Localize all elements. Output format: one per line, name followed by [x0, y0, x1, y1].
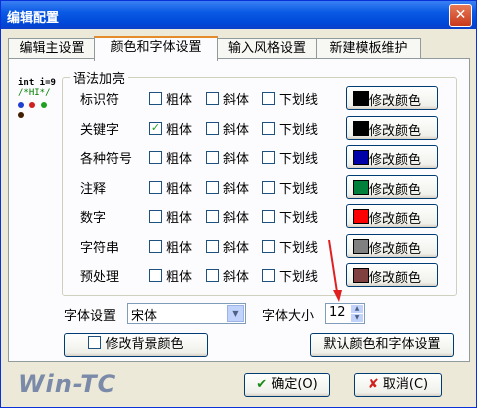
annotation-arrow-icon	[328, 239, 342, 302]
tab-color-font[interactable]: 颜色和字体设置	[94, 36, 218, 61]
